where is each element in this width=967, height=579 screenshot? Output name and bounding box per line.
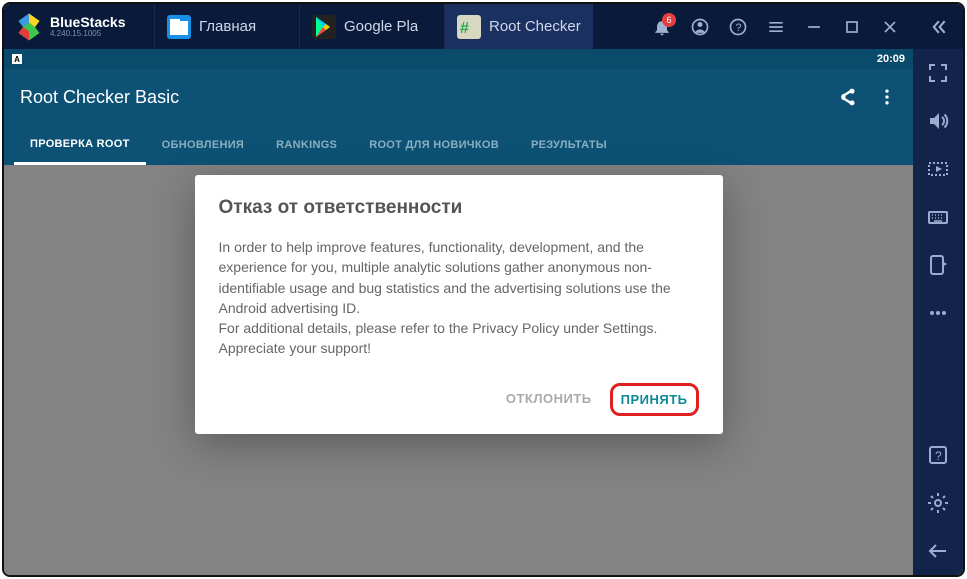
svg-text:?: ? <box>736 22 742 34</box>
tab-verify-root[interactable]: ПРОВЕРКА ROOT <box>14 125 146 165</box>
dialog-body: In order to help improve features, funct… <box>219 237 699 359</box>
window-frame: BlueStacks 4.240.15.1005 Главная Google … <box>2 2 965 577</box>
tab-home[interactable]: Главная <box>154 4 299 49</box>
svg-text:?: ? <box>935 449 942 463</box>
app-nav-tabs: ПРОВЕРКА ROOT ОБНОВЛЕНИЯ RANKINGS ROOT Д… <box>4 125 913 165</box>
svg-text:#: # <box>460 20 469 37</box>
tab-google-play[interactable]: Google Pla <box>299 4 444 49</box>
modal-overlay: Отказ от ответственности In order to hel… <box>4 165 913 575</box>
share-icon[interactable] <box>837 87 857 107</box>
tab-rankings[interactable]: RANKINGS <box>260 125 353 165</box>
right-sidebar: ? <box>913 49 963 575</box>
tab-label: Google Pla <box>344 18 418 35</box>
play-store-icon <box>312 15 336 39</box>
account-button[interactable] <box>690 17 710 37</box>
dialog-title: Отказ от ответственности <box>219 197 699 219</box>
app-body: Отказ от ответственности In order to hel… <box>4 165 913 575</box>
dialog-para3: Appreciate your support! <box>219 338 699 358</box>
more-icon[interactable] <box>877 87 897 107</box>
window-tabs: Главная Google Pla # Root Checker <box>154 4 593 49</box>
help-button[interactable]: ? <box>728 17 748 37</box>
notifications-button[interactable]: 6 <box>652 17 672 37</box>
menu-button[interactable] <box>766 17 786 37</box>
tab-root-checker[interactable]: # Root Checker <box>444 4 593 49</box>
emulator-viewport: A 20:09 Root Checker Basic ПРОВЕРКА ROOT… <box>4 49 913 575</box>
minimize-button[interactable] <box>804 17 824 37</box>
app-action-bar: Root Checker Basic <box>4 69 913 125</box>
app-title: Root Checker Basic <box>20 87 179 108</box>
brand-name: BlueStacks <box>50 15 125 29</box>
brand-version: 4.240.15.1005 <box>50 29 125 38</box>
branding: BlueStacks 4.240.15.1005 <box>4 12 154 42</box>
dialog-para1: In order to help improve features, funct… <box>219 239 671 316</box>
window-controls: 6 ? <box>637 17 963 37</box>
more-tools-icon[interactable] <box>926 301 950 325</box>
tab-label: Главная <box>199 18 256 35</box>
accept-button[interactable]: ПРИНЯТЬ <box>610 383 699 416</box>
status-clock: 20:09 <box>877 53 905 65</box>
tab-results[interactable]: РЕЗУЛЬТАТЫ <box>515 125 623 165</box>
tab-label: Root Checker <box>489 18 581 35</box>
app-actions <box>837 87 897 107</box>
fullscreen-icon[interactable] <box>926 61 950 85</box>
tab-updates[interactable]: ОБНОВЛЕНИЯ <box>146 125 260 165</box>
install-apk-icon[interactable] <box>926 253 950 277</box>
dialog-actions: ОТКЛОНИТЬ ПРИНЯТЬ <box>219 375 699 424</box>
maximize-button[interactable] <box>842 17 862 37</box>
decline-button[interactable]: ОТКЛОНИТЬ <box>496 383 602 416</box>
main-area: A 20:09 Root Checker Basic ПРОВЕРКА ROOT… <box>4 49 963 575</box>
back-icon[interactable] <box>926 539 950 563</box>
bluestacks-logo-icon <box>14 12 44 42</box>
dialog-para2: For additional details, please refer to … <box>219 320 658 336</box>
android-status-bar: A 20:09 <box>4 49 913 69</box>
disclaimer-dialog: Отказ от ответственности In order to hel… <box>195 175 723 434</box>
home-icon <box>167 15 191 39</box>
root-checker-icon: # <box>457 15 481 39</box>
help-sidebar-icon[interactable]: ? <box>926 443 950 467</box>
keyboard-icon[interactable] <box>926 205 950 229</box>
status-indicator: A <box>12 54 22 64</box>
notification-badge: 6 <box>662 13 676 27</box>
titlebar: BlueStacks 4.240.15.1005 Главная Google … <box>4 4 963 49</box>
close-button[interactable] <box>880 17 900 37</box>
settings-icon[interactable] <box>926 491 950 515</box>
tab-root-basics[interactable]: ROOT ДЛЯ НОВИЧКОВ <box>353 125 515 165</box>
volume-icon[interactable] <box>926 109 950 133</box>
macro-icon[interactable] <box>926 157 950 181</box>
collapse-sidebar-button[interactable] <box>928 17 948 37</box>
